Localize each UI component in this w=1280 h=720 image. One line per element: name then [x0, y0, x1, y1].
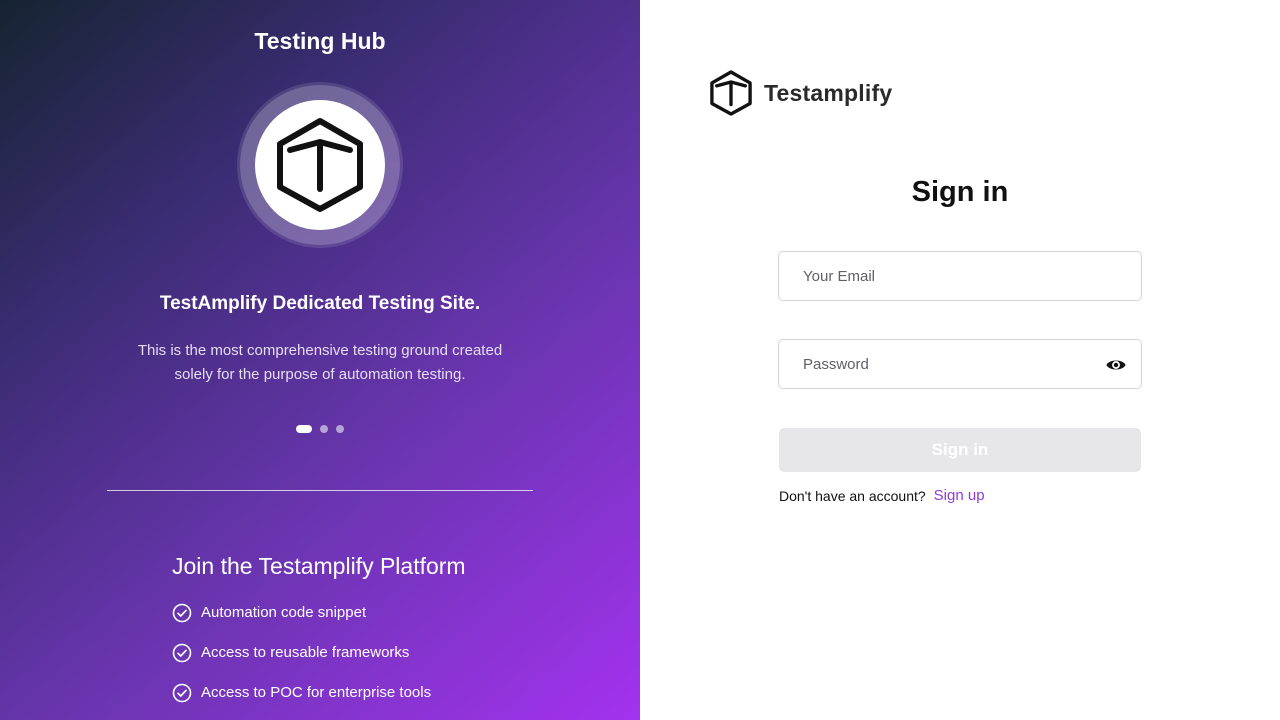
- slide-description: This is the most comprehensive testing g…: [137, 342, 503, 383]
- logo-badge-inner: [255, 100, 385, 230]
- eye-icon[interactable]: [1105, 355, 1127, 375]
- brand-name: Testamplify: [764, 79, 893, 106]
- signup-prompt: Don't have an account?: [779, 487, 926, 504]
- password-field: [778, 339, 1142, 389]
- check-circle-icon: [172, 643, 192, 663]
- feature-list: Automation code snippet Access to reusab…: [172, 601, 431, 720]
- carousel-dot[interactable]: [296, 425, 312, 433]
- join-title: Join the Testamplify Platform: [172, 553, 466, 579]
- feature-item: Access to reusable frameworks: [172, 641, 431, 681]
- check-circle-icon: [172, 603, 192, 623]
- check-circle-icon: [172, 683, 192, 703]
- left-promo-panel: Testing Hub TestAmplify Dedicated Testin…: [0, 0, 640, 720]
- slide-title: TestAmplify Dedicated Testing Site.: [159, 293, 481, 314]
- sign-up-link[interactable]: Sign up: [934, 487, 985, 504]
- carousel-dot[interactable]: [320, 425, 328, 433]
- carousel-dot[interactable]: [336, 425, 344, 433]
- hexagon-t-logo-icon: [277, 118, 363, 212]
- password-input[interactable]: [779, 340, 1141, 388]
- email-field: [778, 251, 1142, 301]
- feature-label: Automation code snippet: [201, 604, 367, 621]
- feature-label: Access to POC for enterprise tools: [201, 684, 432, 701]
- feature-item: Automation code snippet: [172, 601, 431, 641]
- feature-item: Access to POC for enterprise tools: [172, 681, 431, 720]
- divider: [107, 490, 533, 491]
- brand-header[interactable]: Testamplify: [710, 70, 892, 116]
- signup-row: Don't have an account? Sign up: [779, 487, 985, 504]
- feature-label: Access to reusable frameworks: [201, 644, 410, 661]
- carousel-dots: [0, 425, 640, 433]
- hub-title: Testing Hub: [254, 28, 386, 54]
- sign-in-button[interactable]: Sign in: [779, 428, 1141, 472]
- email-input[interactable]: [779, 252, 1141, 300]
- logo-badge: [240, 85, 400, 245]
- hexagon-t-logo-icon: [710, 70, 752, 116]
- page-title: Sign in: [911, 176, 1009, 208]
